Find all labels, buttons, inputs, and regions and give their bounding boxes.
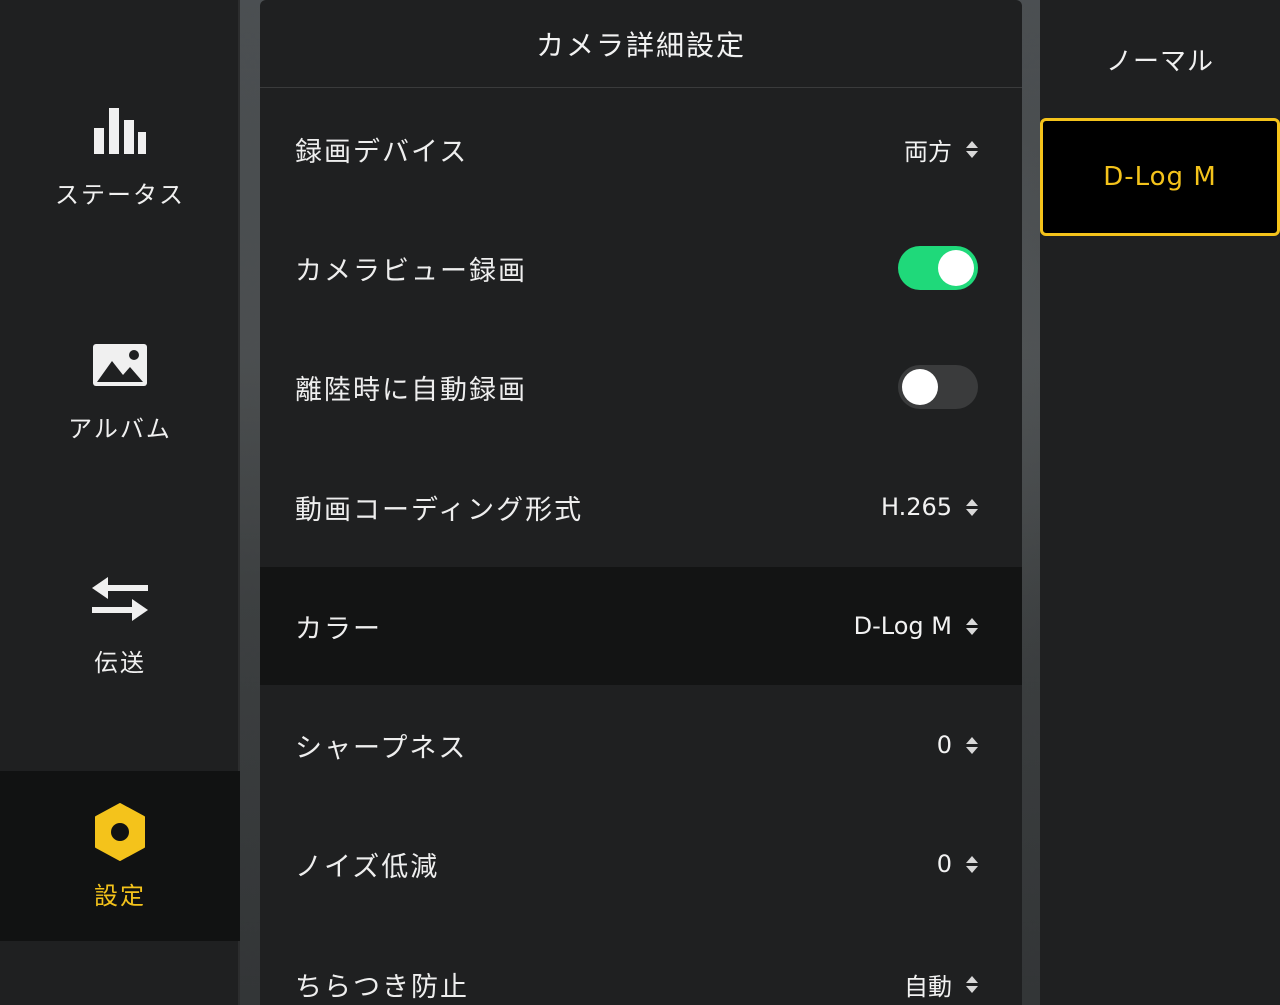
auto-record-takeoff-toggle[interactable] bbox=[898, 365, 978, 409]
anti-flicker-selector[interactable]: 自動 bbox=[904, 967, 978, 1002]
sidebar-item-status[interactable]: ステータス bbox=[0, 70, 240, 240]
setting-label: カラー bbox=[295, 613, 382, 645]
setting-row-color[interactable]: カラー D-Log M bbox=[260, 567, 1022, 685]
setting-label: 動画コーディング形式 bbox=[295, 494, 584, 526]
setting-value: 0 bbox=[936, 731, 952, 759]
sidebar-item-label: 設定 bbox=[94, 881, 146, 910]
setting-row-anti-flicker[interactable]: ちらつき防止 自動 bbox=[260, 925, 1022, 1005]
sidebar-item-transfer[interactable]: 伝送 bbox=[0, 538, 240, 708]
up-down-arrows-icon bbox=[966, 140, 978, 158]
sidebar-item-label: 伝送 bbox=[94, 648, 146, 677]
hexagon-gear-icon bbox=[90, 802, 150, 862]
sidebar-item-label: ステータス bbox=[55, 180, 185, 209]
up-down-arrows-icon bbox=[966, 855, 978, 873]
camera-advanced-settings-panel: カメラ詳細設定 録画デバイス 両方 カメラビュー録画 離陸時に自動録画 動画コー… bbox=[260, 0, 1022, 1005]
setting-label: ちらつき防止 bbox=[295, 971, 469, 1003]
setting-row-camera-view-recording: カメラビュー録画 bbox=[260, 209, 1022, 327]
color-option-normal[interactable]: ノーマル bbox=[1040, 0, 1280, 118]
color-option-dlog-m[interactable]: D-Log M bbox=[1040, 118, 1280, 236]
toggle-knob bbox=[938, 250, 974, 286]
setting-value: 自動 bbox=[904, 972, 952, 1001]
panel-header: カメラ詳細設定 bbox=[260, 0, 1022, 88]
setting-row-noise-reduction[interactable]: ノイズ低減 0 bbox=[260, 805, 1022, 923]
up-down-arrows-icon bbox=[966, 617, 978, 635]
sharpness-selector[interactable]: 0 bbox=[937, 731, 978, 759]
video-coding-format-selector[interactable]: H.265 bbox=[881, 493, 978, 521]
setting-row-sharpness[interactable]: シャープネス 0 bbox=[260, 686, 1022, 804]
camera-view-recording-toggle[interactable] bbox=[898, 246, 978, 290]
sidebar-item-settings[interactable]: 設定 bbox=[0, 771, 240, 941]
setting-label: 録画デバイス bbox=[295, 136, 469, 168]
sidebar: ステータス アルバム 伝送 設定 bbox=[0, 0, 240, 1005]
recording-device-selector[interactable]: 両方 bbox=[904, 132, 978, 167]
image-icon bbox=[90, 335, 150, 395]
page-title: カメラ詳細設定 bbox=[535, 28, 746, 62]
noise-reduction-selector[interactable]: 0 bbox=[937, 850, 978, 878]
setting-value: D-Log M bbox=[853, 612, 952, 640]
setting-label: 離陸時に自動録画 bbox=[295, 374, 527, 406]
setting-row-recording-device[interactable]: 録画デバイス 両方 bbox=[260, 90, 1022, 208]
setting-value: 0 bbox=[936, 850, 952, 878]
color-options-panel: ノーマル D-Log M bbox=[1040, 0, 1280, 1005]
setting-label: カメラビュー録画 bbox=[295, 255, 527, 287]
setting-label: シャープネス bbox=[295, 732, 468, 764]
setting-label: ノイズ低減 bbox=[295, 851, 440, 883]
setting-row-auto-record-takeoff: 離陸時に自動録画 bbox=[260, 328, 1022, 446]
setting-row-video-coding-format[interactable]: 動画コーディング形式 H.265 bbox=[260, 448, 1022, 566]
up-down-arrows-icon bbox=[966, 498, 978, 516]
up-down-arrows-icon bbox=[966, 736, 978, 754]
sidebar-item-label: アルバム bbox=[68, 414, 172, 443]
color-selector[interactable]: D-Log M bbox=[854, 612, 978, 640]
toggle-knob bbox=[902, 369, 938, 405]
bar-chart-icon bbox=[90, 101, 150, 161]
setting-value: 両方 bbox=[904, 137, 952, 166]
up-down-arrows-icon bbox=[966, 975, 978, 993]
sidebar-item-album[interactable]: アルバム bbox=[0, 304, 240, 474]
transfer-arrows-icon bbox=[90, 569, 150, 629]
setting-value: H.265 bbox=[880, 493, 952, 521]
